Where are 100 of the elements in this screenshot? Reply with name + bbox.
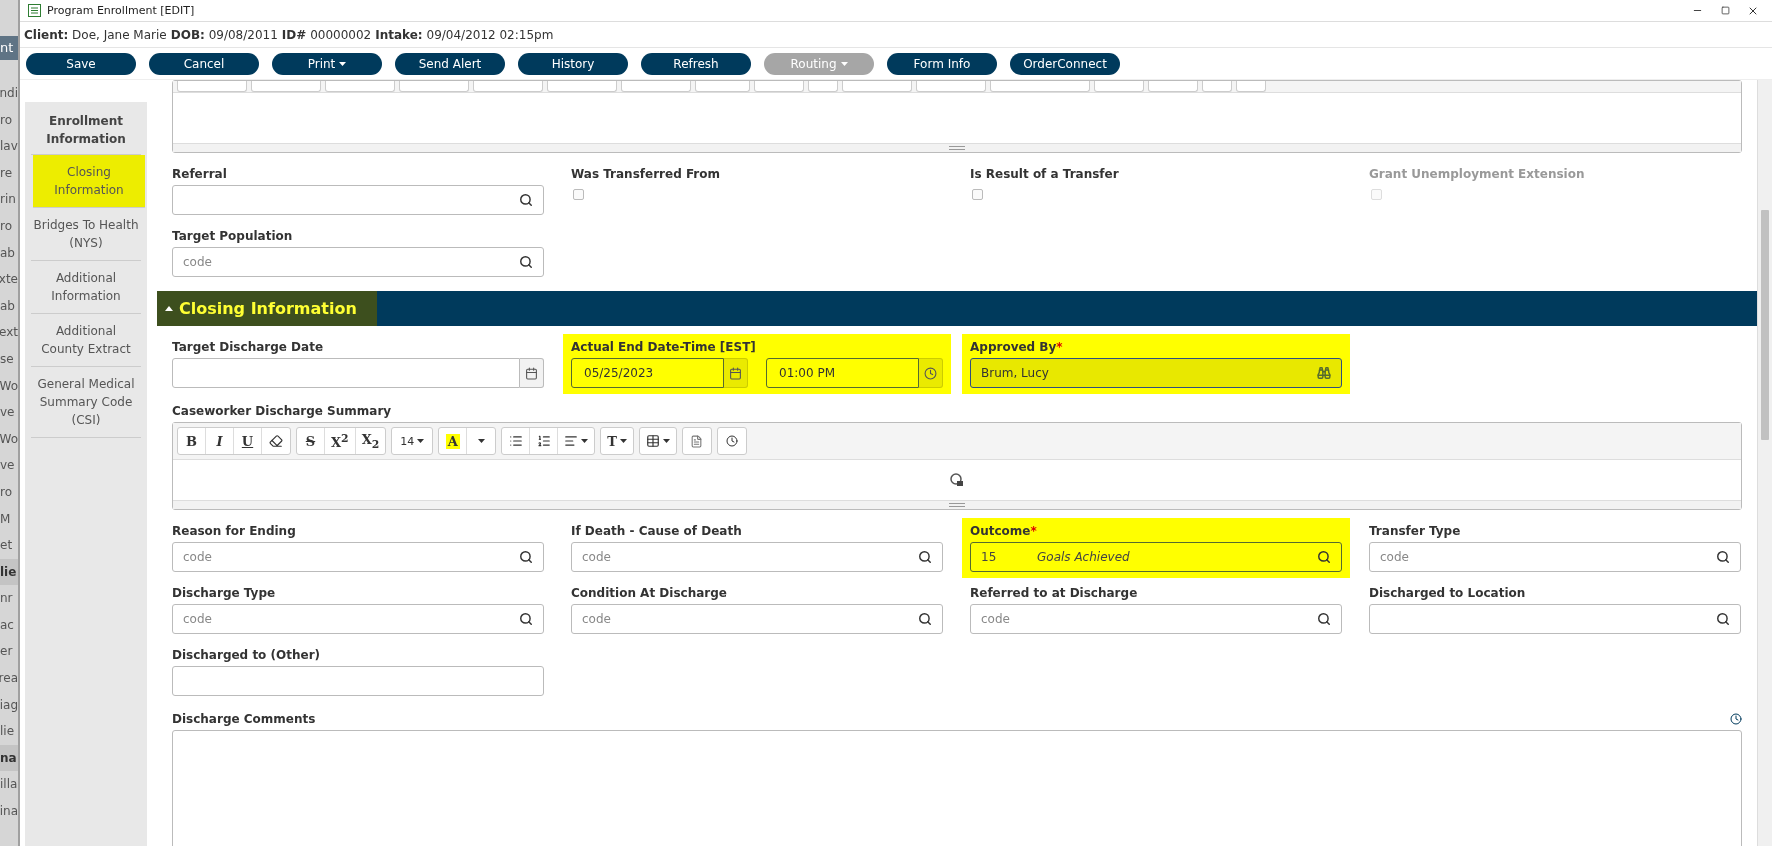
lookup-field[interactable]: Brum, Lucy bbox=[970, 358, 1342, 388]
format-button[interactable]: X$^{2}$ bbox=[325, 428, 356, 454]
client-info: ID# 00000002 bbox=[281, 27, 372, 42]
caret-icon bbox=[581, 439, 589, 443]
field-label: Approved By* bbox=[970, 340, 1064, 354]
format-button[interactable]: B bbox=[178, 428, 206, 454]
search-icon[interactable] bbox=[1716, 612, 1730, 626]
lookup-field[interactable]: code bbox=[970, 604, 1342, 634]
toolbar-button[interactable] bbox=[251, 81, 321, 92]
toolbar-button[interactable] bbox=[754, 81, 804, 92]
text-color-button[interactable]: A bbox=[439, 428, 468, 454]
calendar-icon[interactable] bbox=[729, 366, 742, 380]
background-window-text: nr bbox=[0, 590, 14, 608]
toolbar-button[interactable]: History bbox=[518, 52, 628, 75]
format-button[interactable]: S bbox=[297, 428, 325, 454]
collapse-icon[interactable] bbox=[165, 306, 173, 311]
toolbar-button[interactable]: Save bbox=[26, 52, 136, 75]
toolbar-button[interactable] bbox=[1202, 81, 1232, 92]
toolbar-button[interactable] bbox=[916, 81, 986, 92]
toolbar-button[interactable] bbox=[1236, 81, 1266, 92]
toolbar-button[interactable] bbox=[399, 81, 469, 92]
background-window-text: ve bbox=[0, 457, 16, 475]
sidebar-item[interactable]: Additional County Extract bbox=[31, 314, 141, 367]
section-header[interactable]: Closing Information bbox=[157, 291, 1757, 326]
clock-icon bbox=[725, 435, 738, 447]
toolbar-button[interactable]: Cancel bbox=[149, 52, 259, 75]
lookup-field[interactable]: code bbox=[172, 247, 544, 277]
calendar-icon[interactable] bbox=[525, 366, 538, 380]
search-icon[interactable] bbox=[1317, 612, 1331, 626]
scrollbar[interactable] bbox=[1757, 80, 1772, 846]
search-icon[interactable] bbox=[519, 255, 533, 269]
background-window-text: na bbox=[0, 744, 18, 772]
search-icon[interactable] bbox=[1716, 550, 1730, 564]
sidebar-item[interactable]: Bridges To Health (NYS) bbox=[31, 208, 141, 261]
spellcheck-icon[interactable] bbox=[950, 473, 964, 487]
lookup-field[interactable]: code bbox=[1369, 542, 1741, 572]
checkbox[interactable] bbox=[972, 189, 983, 200]
field-label: If Death - Cause of Death bbox=[571, 524, 743, 538]
caret-icon bbox=[619, 439, 627, 443]
field-label: Referred to at Discharge bbox=[970, 586, 1139, 600]
search-icon[interactable] bbox=[519, 612, 533, 626]
background-window-text: illa bbox=[0, 776, 18, 794]
search-icon[interactable] bbox=[519, 193, 533, 207]
text-field[interactable] bbox=[172, 666, 544, 696]
toolbar-button[interactable]: Print bbox=[272, 52, 382, 75]
sidebar-item[interactable]: Closing Information bbox=[33, 155, 145, 208]
format-button[interactable]: I bbox=[206, 428, 234, 454]
caret-icon bbox=[840, 61, 848, 66]
clock-icon[interactable] bbox=[1730, 713, 1742, 725]
sidebar-item[interactable]: General Medical Summary Code (CSI) bbox=[31, 367, 141, 438]
text-editor[interactable] bbox=[172, 80, 1742, 153]
background-window-text: er bbox=[0, 643, 14, 661]
lookup-field[interactable]: code bbox=[172, 604, 544, 634]
background-window-text: ro bbox=[0, 483, 13, 501]
toolbar-button[interactable] bbox=[842, 81, 912, 92]
lookup-field[interactable] bbox=[1369, 604, 1741, 634]
lookup-field[interactable]: code bbox=[571, 542, 943, 572]
search-icon[interactable] bbox=[519, 550, 533, 564]
toolbar-button[interactable]: OrderConnect bbox=[1010, 52, 1120, 75]
toolbar-button[interactable] bbox=[177, 81, 247, 92]
toolbar-button[interactable] bbox=[990, 81, 1090, 92]
numbered-list-icon bbox=[536, 434, 551, 448]
binoculars-icon[interactable] bbox=[1317, 366, 1331, 380]
search-icon[interactable] bbox=[918, 612, 932, 626]
font-size-button[interactable]: 14 bbox=[392, 428, 433, 454]
client-info: DOB: 09/08/2011 bbox=[170, 27, 278, 42]
maximize-icon[interactable] bbox=[1720, 6, 1730, 15]
clock-icon[interactable] bbox=[924, 366, 937, 380]
comments-field[interactable] bbox=[172, 730, 1742, 846]
toolbar-button[interactable] bbox=[547, 81, 617, 92]
lookup-field[interactable]: 15 Goals Achieved bbox=[970, 542, 1342, 572]
lookup-field[interactable]: code bbox=[571, 604, 943, 634]
date-field[interactable]: 05/25/2023 bbox=[571, 358, 724, 388]
sidebar-item[interactable]: Additional Information bbox=[31, 261, 141, 314]
caret-icon bbox=[477, 439, 485, 443]
text-size-button[interactable]: T bbox=[601, 428, 633, 454]
lookup-field[interactable]: code bbox=[172, 542, 544, 572]
format-button[interactable]: X$_{2}$ bbox=[355, 428, 386, 454]
search-icon[interactable] bbox=[918, 550, 932, 564]
background-window-text: se bbox=[0, 350, 15, 368]
text-editor[interactable]: B I U S X$^{2}$ X$_{2}$ 14 A T bbox=[172, 422, 1742, 510]
toolbar-button[interactable]: Form Info bbox=[887, 52, 997, 75]
format-button[interactable]: U bbox=[234, 428, 262, 454]
field-label: Discharged to (Other) bbox=[172, 648, 322, 662]
background-window-text: ndi bbox=[0, 85, 18, 102]
lookup-field[interactable] bbox=[172, 185, 544, 215]
toolbar-button[interactable]: Send Alert bbox=[395, 52, 505, 75]
toolbar-button[interactable] bbox=[808, 81, 838, 92]
toolbar-button[interactable] bbox=[325, 81, 395, 92]
toolbar-button[interactable] bbox=[473, 81, 543, 92]
date-field[interactable] bbox=[172, 358, 520, 388]
toolbar-button[interactable] bbox=[621, 81, 691, 92]
toolbar-button[interactable] bbox=[1094, 81, 1144, 92]
toolbar-button[interactable] bbox=[1148, 81, 1198, 92]
toolbar-button[interactable] bbox=[695, 81, 750, 92]
search-icon[interactable] bbox=[1317, 550, 1331, 564]
background-window-text: ab bbox=[0, 297, 16, 315]
time-field[interactable]: 01:00 PM bbox=[766, 358, 919, 388]
checkbox[interactable] bbox=[573, 189, 584, 200]
toolbar-button[interactable]: Refresh bbox=[641, 52, 751, 75]
